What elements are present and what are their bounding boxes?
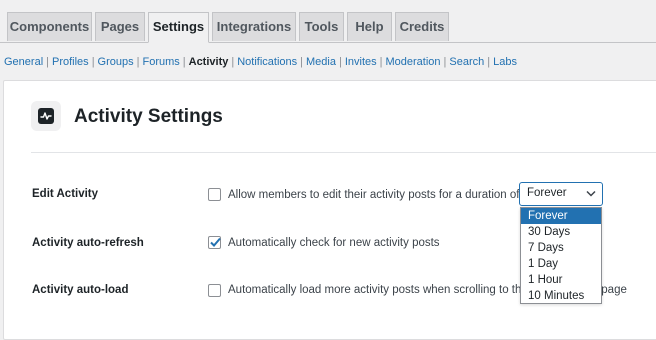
edit-duration-dropdown: Forever 30 Days 7 Days 1 Day 1 Hour 10 M… [520,207,602,304]
subnav-profiles[interactable]: Profiles [52,56,89,68]
subnav: General | Profiles | Groups | Forums | Activity |… [4,56,517,68]
subnav-search[interactable]: Search [449,56,484,68]
dropdown-option-30-days[interactable]: 30 Days [521,224,601,240]
edit-activity-text: Allow members to edit their activity pos… [228,189,520,201]
dropdown-option-7-days[interactable]: 7 Days [521,240,601,256]
section-divider [31,152,656,153]
activity-icon [31,101,61,131]
tab-help[interactable]: Help [347,12,392,41]
subnav-activity[interactable]: Activity [189,56,229,68]
edit-activity-checkbox[interactable] [208,188,221,201]
subnav-forums[interactable]: Forums [142,56,179,68]
settings-tab-bar: Components Pages Settings Integrations T… [0,0,656,43]
tab-tools[interactable]: Tools [299,12,344,41]
auto-refresh-text: Automatically check for new activity pos… [228,237,440,249]
subnav-media[interactable]: Media [306,56,336,68]
auto-refresh-label: Activity auto-refresh [32,237,144,249]
edit-duration-value: Forever [527,187,567,199]
tab-credits[interactable]: Credits [395,12,449,41]
tab-components[interactable]: Components [7,12,92,41]
edit-duration-select[interactable]: Forever [519,182,603,206]
subnav-invites[interactable]: Invites [345,56,377,68]
tab-integrations[interactable]: Integrations [212,12,296,41]
dropdown-option-forever[interactable]: Forever [521,208,601,224]
subnav-labs[interactable]: Labs [493,56,517,68]
chevron-down-icon [586,190,596,197]
subnav-notifications[interactable]: Notifications [237,56,297,68]
checkmark-icon [210,237,221,247]
tab-pages[interactable]: Pages [95,12,145,41]
auto-load-label: Activity auto-load [32,284,129,296]
dropdown-option-10-minutes[interactable]: 10 Minutes [521,288,601,304]
tab-settings[interactable]: Settings [148,12,209,43]
auto-load-checkbox[interactable] [208,284,221,297]
dropdown-option-1-day[interactable]: 1 Day [521,256,601,272]
dropdown-option-1-hour[interactable]: 1 Hour [521,272,601,288]
subnav-moderation[interactable]: Moderation [386,56,441,68]
auto-refresh-checkbox[interactable] [208,236,221,249]
page-title: Activity Settings [74,106,223,127]
subnav-groups[interactable]: Groups [98,56,134,68]
subnav-general[interactable]: General [4,56,43,68]
edit-activity-label: Edit Activity [32,188,99,200]
